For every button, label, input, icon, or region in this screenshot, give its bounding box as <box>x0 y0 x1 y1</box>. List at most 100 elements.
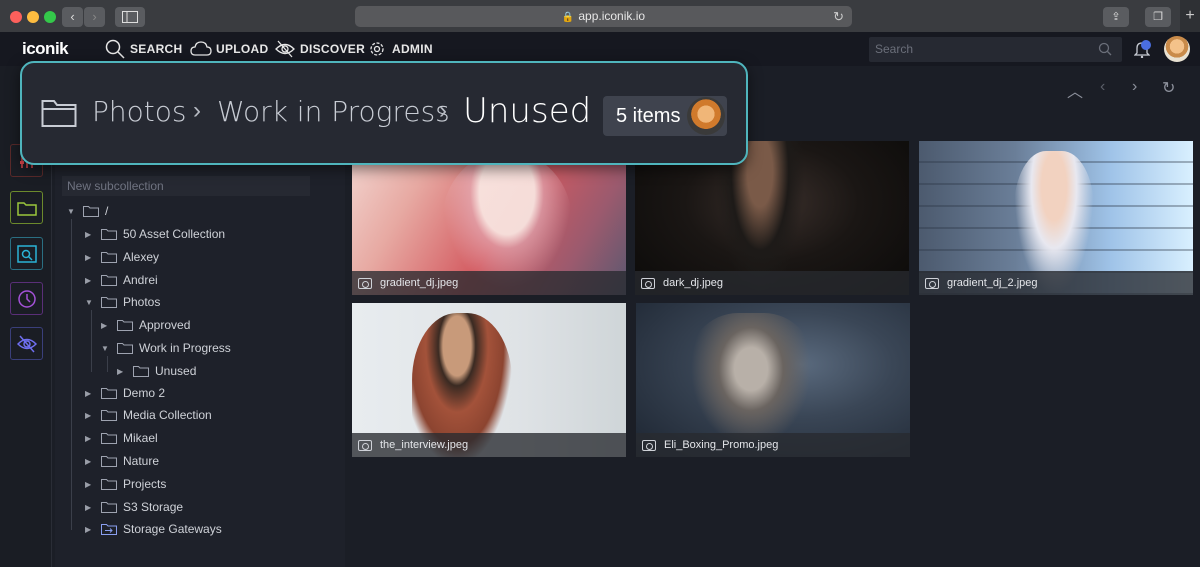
chevron-right-icon: › <box>439 97 447 124</box>
new-subcollection-placeholder: New subcollection <box>67 179 164 193</box>
folder-icon <box>101 502 117 513</box>
chevron-right-icon: › <box>92 9 97 24</box>
folder-icon <box>16 201 37 216</box>
tree-item[interactable]: ▶ Demo 2 <box>85 383 165 403</box>
caret-right-icon: ▶ <box>101 320 108 330</box>
item-count: 5 items <box>616 105 681 127</box>
tree-item[interactable]: ▶ Storage Gateways <box>85 519 222 539</box>
tree-root-label: / <box>105 204 109 218</box>
caret-right-icon: ▶ <box>85 410 92 420</box>
tree-item[interactable]: ▶ Projects <box>85 474 166 494</box>
folder-icon <box>83 206 99 217</box>
folder-icon <box>101 479 117 490</box>
new-tab-button[interactable]: + <box>1180 0 1200 32</box>
tree-item-label: Storage Gateways <box>123 522 222 536</box>
discover-icon <box>274 38 296 60</box>
url-text: app.iconik.io <box>578 9 646 23</box>
new-subcollection-input[interactable]: New subcollection <box>62 176 310 196</box>
close-window-button[interactable] <box>10 11 22 23</box>
breadcrumb-current: Unused <box>463 91 592 131</box>
tree-item[interactable]: ▶ S3 Storage <box>85 497 183 517</box>
nav-upload-label: UPLOAD <box>216 42 269 56</box>
asset-name: the_interview.jpeg <box>380 439 469 451</box>
asset-card[interactable]: Eli_Boxing_Promo.jpeg <box>636 303 910 457</box>
tree-item-label: Work in Progress <box>139 341 231 355</box>
next-page-icon[interactable]: › <box>1132 78 1137 96</box>
tree-item[interactable]: ▶ Media Collection <box>85 405 212 425</box>
tree-guide-line <box>107 356 108 372</box>
caret-right-icon: ▶ <box>85 275 92 285</box>
tree-item[interactable]: ▼ Photos <box>85 292 160 312</box>
previous-page-icon[interactable]: ‹ <box>1100 78 1105 96</box>
folder-icon <box>101 410 117 421</box>
share-button[interactable]: ⇪ <box>1103 7 1129 27</box>
tree-item-label: Photos <box>123 295 161 309</box>
folder-icon <box>101 229 117 240</box>
folder-icon <box>133 366 149 377</box>
notification-badge <box>1141 40 1151 50</box>
caret-right-icon: ▶ <box>85 502 92 512</box>
history-icon <box>17 289 36 308</box>
camera-icon <box>641 278 655 289</box>
folder-icon <box>101 275 117 286</box>
rail-button-collections[interactable] <box>10 191 43 224</box>
sidebar-icon <box>122 11 138 23</box>
folder-icon <box>117 343 133 354</box>
tree-item[interactable]: ▶ 50 Asset Collection <box>85 224 225 244</box>
tree-item-label: Nature <box>123 454 160 468</box>
nav-discover-label: DISCOVER <box>300 42 366 56</box>
folder-icon <box>117 320 133 331</box>
tree-item-label: Media Collection <box>123 408 212 422</box>
asset-name: gradient_dj.jpeg <box>380 277 459 289</box>
back-button[interactable]: ‹ <box>62 7 83 27</box>
sidebar-toggle-button[interactable] <box>115 7 145 27</box>
asset-card[interactable]: gradient_dj_2.jpeg <box>919 141 1193 295</box>
plus-icon: + <box>1185 7 1195 24</box>
search-input[interactable]: Search <box>869 37 1122 62</box>
tree-item[interactable]: ▶ Nature <box>85 451 159 471</box>
discover-icon <box>16 335 37 352</box>
minimize-window-button[interactable] <box>27 11 39 23</box>
rail-button-saved-search[interactable] <box>10 237 43 270</box>
tree-item[interactable]: ▶ Mikael <box>85 428 158 448</box>
tree-item[interactable]: ▶ Approved <box>101 315 190 335</box>
refresh-icon[interactable]: ↻ <box>1162 78 1175 98</box>
asset-name: gradient_dj_2.jpeg <box>947 277 1038 289</box>
tree-item-selected[interactable]: ▶ Unused <box>117 361 196 381</box>
rail-button-recent[interactable] <box>10 282 43 315</box>
tree-guide-line <box>71 219 72 530</box>
folder-icon <box>101 388 117 399</box>
iconik-logo[interactable]: iconik <box>22 39 69 59</box>
tree-root[interactable]: ▼ / <box>67 201 108 221</box>
rail-button-discover[interactable] <box>10 327 43 360</box>
tabs-icon: ❐ <box>1153 11 1163 23</box>
gear-icon <box>366 38 388 60</box>
breadcrumb: Photos › Work in Progress › Unused 5 ite… <box>20 61 748 165</box>
collection-owner-avatar[interactable] <box>687 97 725 135</box>
asset-thumbnail-image <box>686 313 816 453</box>
tree-item[interactable]: ▼ Work in Progress <box>101 338 231 358</box>
maximize-window-button[interactable] <box>44 11 56 23</box>
camera-icon <box>925 278 939 289</box>
search-icon <box>1098 42 1112 56</box>
breadcrumb-item[interactable]: Photos <box>92 95 186 128</box>
folder-icon <box>101 297 117 308</box>
tree-item[interactable]: ▶ Alexey <box>85 247 159 267</box>
user-avatar[interactable] <box>1164 36 1190 62</box>
breadcrumb-item[interactable]: Work in Progress <box>217 95 450 128</box>
caret-down-icon: ▼ <box>85 297 93 307</box>
tree-item[interactable]: ▶ Andrei <box>85 270 158 290</box>
camera-icon <box>358 440 372 451</box>
tree-item-label: S3 Storage <box>123 500 184 514</box>
collapse-up-icon[interactable]: ︿ <box>1067 78 1083 102</box>
camera-icon <box>358 278 372 289</box>
nav-admin-label: ADMIN <box>392 42 433 56</box>
item-count-badge: 5 items <box>603 96 727 136</box>
reload-icon[interactable]: ↻ <box>833 6 844 27</box>
forward-button[interactable]: › <box>84 7 105 27</box>
asset-card[interactable]: the_interview.jpeg <box>352 303 626 457</box>
address-bar[interactable]: 🔒 app.iconik.io ↻ <box>355 6 852 27</box>
asset-name: Eli_Boxing_Promo.jpeg <box>664 439 779 451</box>
tabs-button[interactable]: ❐ <box>1145 7 1171 27</box>
chevron-left-icon: ‹ <box>70 9 75 24</box>
